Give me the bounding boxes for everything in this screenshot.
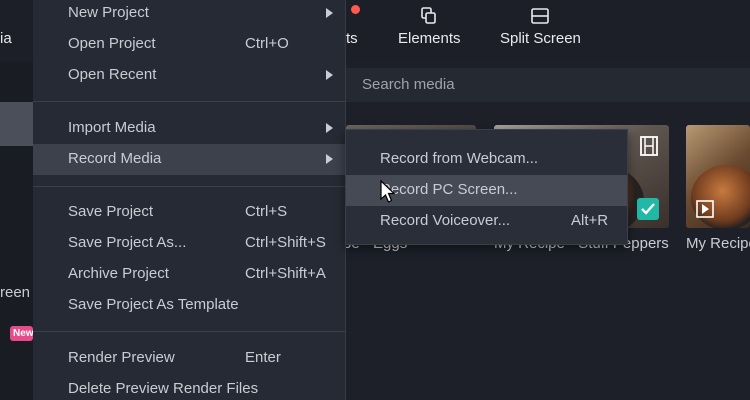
menu-item-archive-project[interactable]: Archive Project Ctrl+Shift+A: [33, 259, 346, 290]
menu-item-record-media[interactable]: Record Media: [33, 144, 346, 175]
menu-item-open-recent[interactable]: Open Recent: [33, 60, 346, 91]
menu-item-label: Open Recent: [68, 66, 157, 83]
menu-item-label: New Project: [68, 4, 149, 21]
menu-item-label: Archive Project: [68, 265, 169, 282]
menu-item-import-media[interactable]: Import Media: [33, 113, 346, 144]
menu-item-label: Render Preview: [68, 349, 175, 366]
submenu-arrow-icon: [326, 154, 333, 164]
menu-item-label: Save Project As Template: [68, 296, 239, 313]
menu-item-label: Save Project As...: [68, 234, 187, 251]
new-badge: New: [10, 326, 33, 341]
film-icon: [640, 136, 658, 156]
submenu-item-label: Record from Webcam...: [380, 150, 539, 167]
menu-item-shortcut: Ctrl+S: [245, 203, 288, 220]
elements-label: Elements: [398, 30, 461, 47]
menu-item-save-as-template[interactable]: Save Project As Template: [33, 290, 346, 321]
split-screen-label: Split Screen: [500, 30, 581, 47]
menu-divider: [33, 101, 346, 102]
menu-item-open-project[interactable]: Open Project Ctrl+O: [33, 29, 346, 60]
menu-item-delete-preview-render-files[interactable]: Delete Preview Render Files: [33, 374, 346, 400]
sidebar-selected-item[interactable]: [0, 102, 33, 146]
menu-item-save-project-as[interactable]: Save Project As... Ctrl+Shift+S: [33, 228, 346, 259]
search-input[interactable]: Search media: [362, 76, 455, 93]
menu-item-label: Import Media: [68, 119, 156, 136]
submenu-item-shortcut: Alt+R: [571, 212, 609, 229]
menu-item-label: Open Project: [68, 35, 156, 52]
menu-divider: [33, 331, 346, 332]
submenu-item-label: Record PC Screen...: [380, 181, 518, 198]
menu-item-new-project[interactable]: New Project: [33, 0, 346, 29]
menu-item-shortcut: Ctrl+Shift+A: [245, 265, 326, 282]
submenu-arrow-icon: [326, 8, 333, 18]
notification-dot: [351, 5, 360, 14]
menu-item-label: Delete Preview Render Files: [68, 380, 259, 397]
submenu-arrow-icon: [326, 123, 333, 133]
media-item-label: My Recipe: [686, 235, 750, 252]
submenu-arrow-icon: [326, 70, 333, 80]
submenu-item-record-voiceover[interactable]: Record Voiceover... Alt+R: [346, 206, 627, 237]
menu-item-render-preview[interactable]: Render Preview Enter: [33, 343, 346, 374]
menu-item-shortcut: Enter: [245, 349, 281, 366]
tab-media[interactable]: ia: [0, 30, 12, 47]
menu-divider: [33, 186, 346, 187]
play-icon: [696, 200, 714, 218]
menu-item-label: Record Media: [68, 150, 162, 167]
sidebar-item-split-screen[interactable]: reen: [0, 284, 30, 301]
elements-icon: [421, 7, 437, 24]
tab-split-screen[interactable]: Split Screen: [500, 6, 581, 47]
file-menu: New Project Open Project Ctrl+O Open Rec…: [33, 0, 346, 400]
split-screen-icon: [531, 8, 550, 24]
selected-check-icon[interactable]: [637, 198, 659, 220]
menu-item-save-project[interactable]: Save Project Ctrl+S: [33, 197, 346, 228]
mouse-cursor-icon: [380, 180, 396, 203]
left-sidebar: [0, 62, 33, 400]
tab-effects[interactable]: ts: [346, 30, 358, 47]
submenu-item-label: Record Voiceover...: [380, 212, 511, 229]
menu-item-label: Save Project: [68, 203, 154, 220]
submenu-item-record-webcam[interactable]: Record from Webcam...: [346, 144, 627, 175]
menu-item-shortcut: Ctrl+Shift+S: [245, 234, 326, 251]
menu-item-shortcut: Ctrl+O: [245, 35, 289, 52]
tab-elements[interactable]: Elements: [398, 6, 461, 47]
